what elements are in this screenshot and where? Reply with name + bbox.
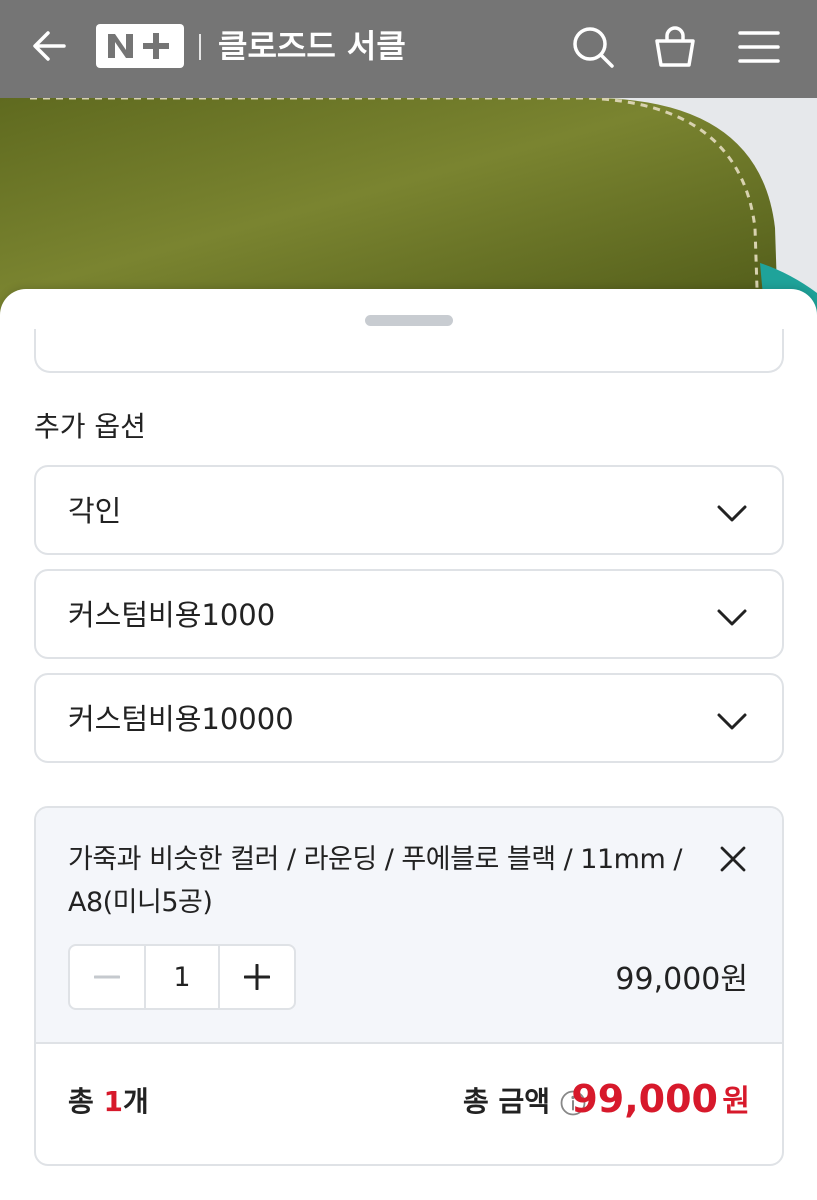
total-count-value: 1 [103, 1085, 123, 1118]
menu-icon [738, 31, 780, 63]
total-count-suffix: 개 [123, 1085, 149, 1118]
chevron-down-icon [717, 609, 747, 626]
product-image [0, 98, 817, 318]
select-label: 커스텀비용10000 [68, 702, 294, 736]
chevron-down-icon [717, 505, 747, 522]
total-amount-value: 99,000 [571, 1077, 718, 1121]
selected-item-details: 가죽과 비슷한 컬러 / 라운딩 / 푸에블로 블랙 / 11mm / A8(미… [36, 808, 782, 1044]
top-header: 클로즈드 서클 [0, 0, 817, 98]
plus-icon [244, 964, 270, 990]
back-arrow-icon [33, 31, 66, 61]
total-amount-label: 총 금액 [462, 1085, 550, 1118]
shopping-bag-icon [655, 26, 695, 67]
leather-wallet-photo [0, 98, 817, 318]
menu-button[interactable] [736, 24, 782, 70]
select-label: 커스텀비용1000 [68, 598, 276, 632]
option-select-engraving[interactable]: 각인 [34, 465, 784, 555]
item-price: 99,000원 [615, 962, 748, 997]
back-button[interactable] [30, 26, 70, 66]
sheet-drag-handle[interactable] [365, 315, 453, 326]
brand-logo[interactable] [96, 24, 184, 68]
close-icon [720, 846, 746, 872]
header-divider [199, 34, 201, 60]
total-count-prefix: 총 [68, 1085, 104, 1118]
additional-options-title: 추가 옵션 [34, 410, 146, 443]
increase-quantity-button[interactable] [220, 946, 294, 1008]
search-icon [573, 27, 614, 68]
quantity-value[interactable]: 1 [144, 946, 220, 1008]
option-bottom-sheet: 추가 옵션 각인 커스텀비용1000 커스텀비용10000 가죽과 비슷한 컬러… [0, 289, 817, 1200]
minus-icon [94, 975, 120, 979]
store-name[interactable]: 클로즈드 서클 [218, 24, 406, 68]
decrease-quantity-button[interactable] [70, 946, 144, 1008]
total-amount-unit: 원 [722, 1084, 750, 1119]
search-button[interactable] [570, 24, 616, 70]
remove-item-button[interactable] [718, 844, 748, 874]
chevron-down-icon [717, 713, 747, 730]
total-count: 총 1개 [68, 1082, 149, 1122]
quantity-stepper: 1 [68, 944, 296, 1010]
option-select-custom-10000[interactable]: 커스텀비용10000 [34, 673, 784, 763]
select-label: 각인 [68, 494, 122, 528]
selected-item-card: 가죽과 비슷한 컬러 / 라운딩 / 푸에블로 블랙 / 11mm / A8(미… [34, 806, 784, 1166]
naver-plus-logo-icon [108, 33, 169, 59]
cart-button[interactable] [652, 24, 698, 70]
selected-item-name: 가죽과 비슷한 컬러 / 라운딩 / 푸에블로 블랙 / 11mm / A8(미… [68, 844, 682, 918]
option-select-custom-1000[interactable]: 커스텀비용1000 [34, 569, 784, 659]
partially-scrolled-select[interactable] [34, 329, 784, 373]
